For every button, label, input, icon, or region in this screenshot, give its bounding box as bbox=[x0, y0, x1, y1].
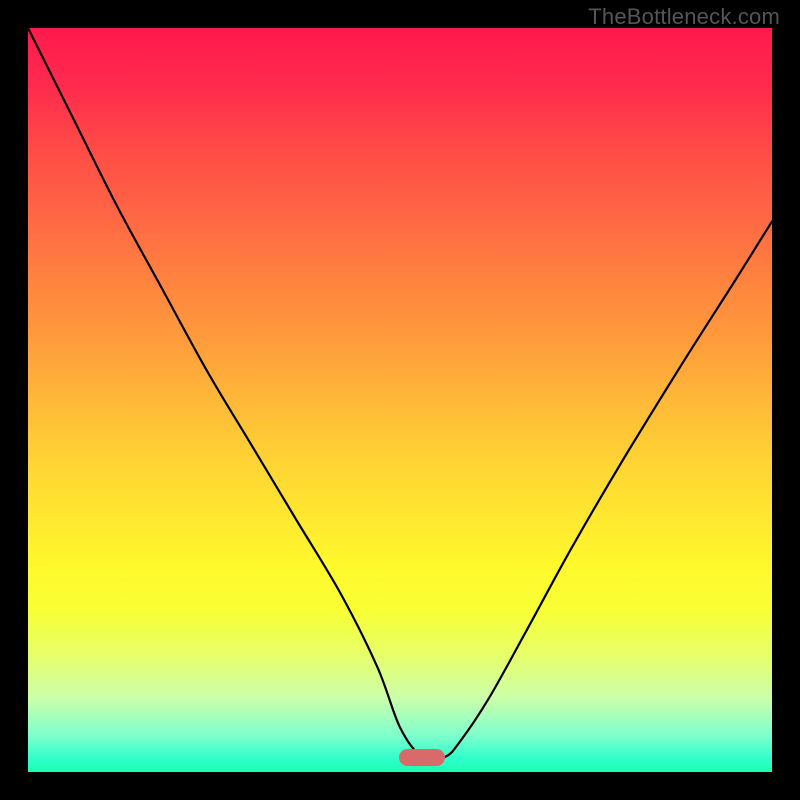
optimal-point-marker bbox=[399, 749, 445, 766]
chart-curve-layer bbox=[28, 28, 772, 772]
bottleneck-curve bbox=[28, 28, 772, 760]
watermark-text: TheBottleneck.com bbox=[588, 4, 780, 30]
